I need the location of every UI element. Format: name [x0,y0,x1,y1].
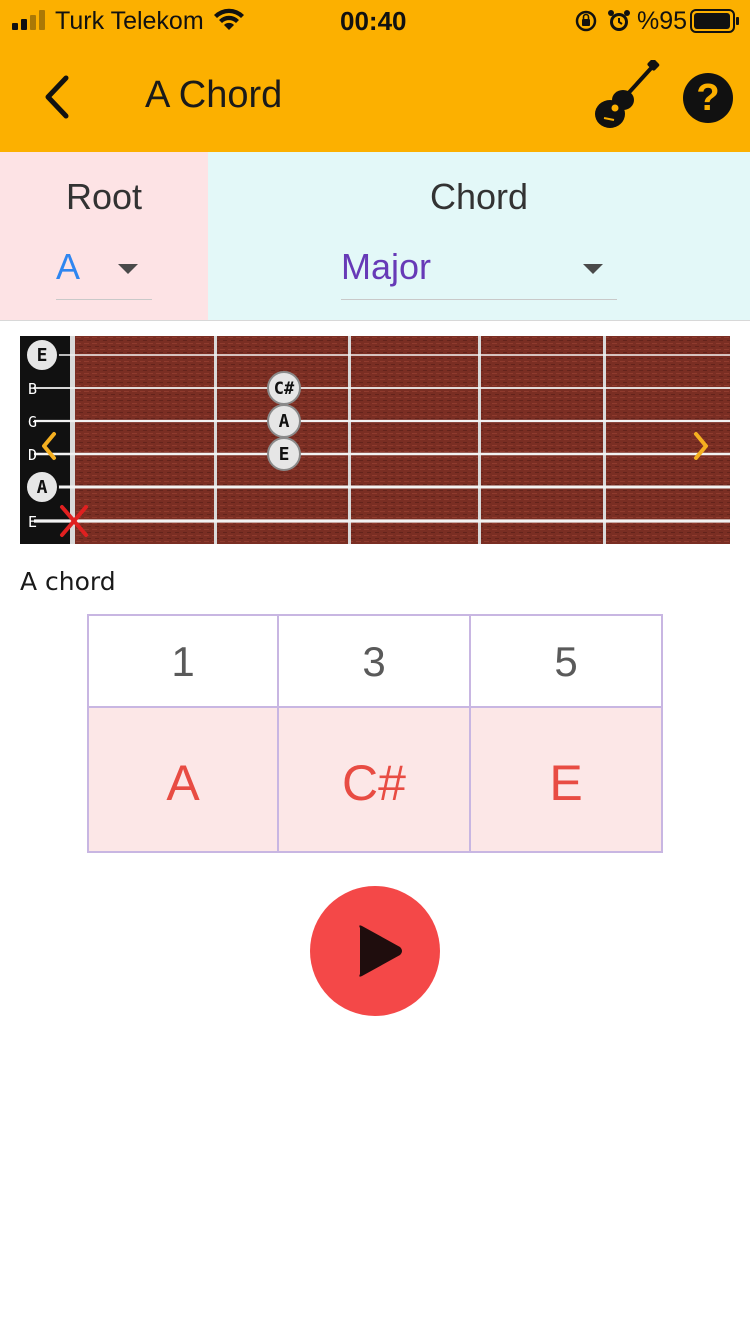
wifi-icon [214,8,244,30]
help-button[interactable]: ? [683,73,733,123]
back-button[interactable] [34,72,80,122]
interval-cell: 1 [89,616,279,706]
app-screen: Turk Telekom 00:40 %95 A Chord ? Root A … [0,0,750,1334]
interval-row: 1 3 5 [89,616,661,708]
note-cell[interactable]: E [471,708,661,851]
help-icon: ? [696,77,720,119]
note-marker-label: E [279,444,290,465]
note-marker-label: A [279,411,290,432]
string-name-label: D [28,446,37,464]
interval-cell: 3 [279,616,471,706]
battery-icon [690,9,739,33]
chord-type-value: Major [341,246,432,287]
selector-panel: Root A Chord Major [0,152,750,320]
note-marker-label: C# [274,379,295,399]
note-row: A C# E [89,708,661,851]
back-chevron-icon [45,75,69,119]
page-title: A Chord [145,74,283,116]
top-bar: Turk Telekom 00:40 %95 A Chord ? [0,0,750,152]
play-icon [359,925,402,977]
root-label: Root [65,176,143,217]
interval-cell: 5 [554,638,578,685]
caret-down-icon [583,264,603,274]
status-bar: Turk Telekom 00:40 %95 [0,0,750,42]
divider [0,320,750,321]
chord-caption: A chord [20,567,116,596]
guitar-button[interactable] [590,58,660,132]
play-button[interactable] [310,886,440,1016]
string-name-label: E [28,513,37,531]
fretboard-diagram: BGDE EC#AEA [20,336,730,544]
fret-line [478,336,481,544]
root-panel: Root A [0,152,208,320]
note-cell[interactable]: A [89,708,279,851]
chord-notes-table: 1 3 5 A C# E [87,614,663,853]
fret-line [70,336,75,544]
string-name-label: G [28,413,37,431]
status-time: 00:40 [340,6,407,36]
string-name-label: B [28,380,37,398]
carrier-name: Turk Telekom [55,7,204,35]
chord-label: Chord [429,176,529,217]
chord-panel: Chord Major [208,152,750,320]
fret-line [348,336,351,544]
guitar-icon [595,58,660,128]
chord-type-dropdown[interactable]: Major [341,242,617,300]
note-marker-label: A [37,477,48,498]
alarm-icon [608,10,630,31]
root-value: A [56,246,81,287]
signal-icon [12,10,45,30]
fret-line [603,336,606,544]
note-cell[interactable]: C# [279,708,471,851]
battery-percent: %95 [637,7,688,35]
note-marker-label: E [37,345,48,366]
orientation-lock-icon [575,10,597,32]
caret-down-icon [118,264,138,274]
fret-line [214,336,217,544]
root-dropdown[interactable]: A [56,242,152,300]
